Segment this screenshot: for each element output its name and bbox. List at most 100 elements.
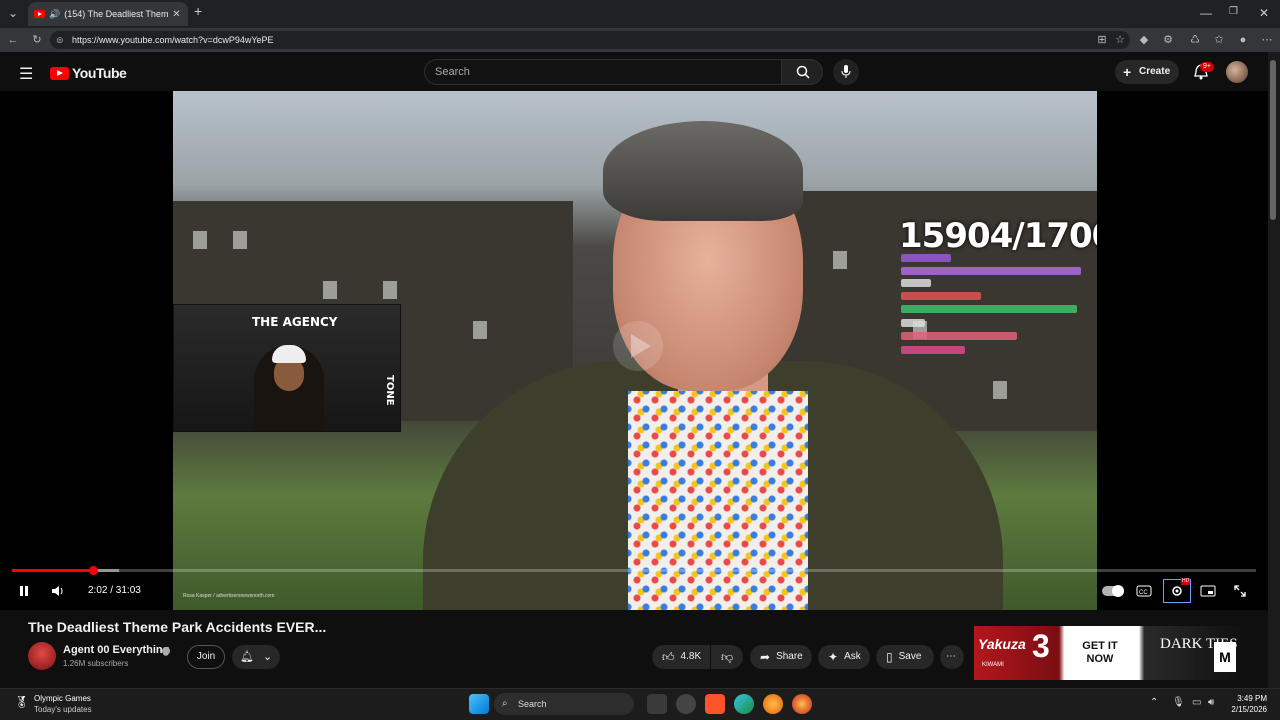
ad-game-subtitle: KIWAMI <box>982 662 1004 668</box>
search-button[interactable] <box>781 59 823 85</box>
app-icon[interactable] <box>676 694 696 714</box>
like-button[interactable]: 👍︎ 4.8K <box>652 645 710 669</box>
firefox-icon[interactable] <box>763 694 783 714</box>
thumbs-down-icon: 👎︎ <box>721 650 734 664</box>
close-window-icon[interactable]: ✕ <box>1259 6 1269 20</box>
youtube-logo[interactable]: YouTube <box>50 65 127 81</box>
ask-button[interactable]: ✦ Ask <box>818 645 870 669</box>
volume-icon <box>52 586 63 596</box>
chat-line <box>901 305 1077 313</box>
photo-credit: Rosa Kasper / advertisersnewsnorth.com <box>183 593 275 599</box>
more-icon: ⋯ <box>946 651 956 662</box>
settings-button[interactable]: HD <box>1163 578 1191 603</box>
address-bar-row: ← ↻ ⊜ https://www.youtube.com/watch?v=dc… <box>0 28 1280 52</box>
autoplay-toggle[interactable] <box>1102 581 1124 601</box>
favorite-star-icon[interactable]: ☆ <box>1112 32 1128 48</box>
extensions-icon[interactable]: ⚙ <box>1160 32 1176 48</box>
thumbs-up-icon: 👍︎ <box>662 650 675 664</box>
scrubber-handle[interactable] <box>89 566 98 575</box>
like-count: 4.8K <box>680 651 702 662</box>
pause-button[interactable] <box>14 581 34 601</box>
ad-cta[interactable]: GET IT NOW <box>1068 640 1132 666</box>
channel-name[interactable]: Agent 00 Everything <box>63 644 169 656</box>
brave-browser-icon[interactable] <box>705 694 725 714</box>
clock-time[interactable]: 3:49 PM <box>1237 694 1267 703</box>
ad-game-number: 3 <box>1032 628 1050 664</box>
chat-line <box>901 332 1017 340</box>
miniplayer-icon <box>1200 585 1216 597</box>
fullscreen-button[interactable] <box>1230 581 1250 601</box>
chevron-down-icon: ⌄ <box>263 651 273 663</box>
volume-tray-icon[interactable]: 🔊︎ <box>1208 697 1214 708</box>
create-label: Create <box>1139 66 1171 77</box>
companion-ad-banner[interactable]: Yakuza KIWAMI 3 GET IT NOW DARK TIES M <box>974 626 1240 680</box>
subscriber-count: 1.26M subscribers <box>63 659 129 668</box>
captions-button[interactable]: CC <box>1134 581 1154 601</box>
share-label: Share <box>776 651 803 662</box>
taskbar-search[interactable]: ⌕ Search <box>494 693 634 715</box>
widget-title[interactable]: Olympic Games <box>34 694 91 703</box>
dislike-button[interactable]: 👎︎ <box>711 645 743 669</box>
browser-menu-icon[interactable]: ⋯ <box>1259 32 1275 48</box>
extension-diamond-icon[interactable]: ◆ <box>1136 32 1152 48</box>
streamer-cap <box>272 345 306 363</box>
new-tab-icon[interactable]: + <box>194 3 202 19</box>
channel-avatar[interactable] <box>28 642 56 670</box>
mute-button[interactable] <box>48 581 68 601</box>
account-avatar[interactable] <box>1226 61 1248 83</box>
profile-icon[interactable]: ● <box>1235 32 1251 48</box>
favorites-icon[interactable]: ✩ <box>1211 32 1227 48</box>
network-icon[interactable]: ▭ <box>1192 697 1201 708</box>
weather-widget-icon[interactable]: 🏅︎ <box>14 695 29 709</box>
share-arrow-icon: ➦ <box>760 650 771 664</box>
speaker-icon[interactable]: 🔊 <box>49 9 60 20</box>
fullscreen-icon <box>1234 585 1246 597</box>
restore-icon[interactable]: ❐ <box>1229 6 1238 17</box>
ask-label: Ask <box>844 651 861 662</box>
save-button[interactable]: ▯ Save <box>876 645 934 669</box>
share-button[interactable]: ➦ Share <box>750 645 812 669</box>
chat-line <box>901 267 1081 275</box>
start-button-icon[interactable] <box>469 694 489 714</box>
site-info-icon[interactable]: ⊜ <box>56 31 64 49</box>
ad-rating-badge: M <box>1214 642 1236 672</box>
hd-badge: HD <box>1181 578 1191 585</box>
settings-gear-icon <box>1172 586 1182 596</box>
join-button[interactable]: Join <box>187 645 225 669</box>
progress-bar[interactable] <box>12 569 1256 572</box>
browser-tab-bar: ⌄ 🔊 (154) The Deadliest Theme Pa ✕ + — ❐… <box>0 0 1280 28</box>
scrollbar-thumb[interactable] <box>1270 60 1276 220</box>
clock-date[interactable]: 2/15/2026 <box>1225 705 1267 714</box>
youtube-logo-text: YouTube <box>72 65 127 81</box>
progress-played <box>12 569 93 572</box>
chat-line <box>901 292 981 300</box>
search-input[interactable]: Search <box>424 59 782 85</box>
streamer-facecam: THE AGENCY TONE <box>173 304 401 432</box>
create-button[interactable]: + Create <box>1115 60 1179 84</box>
edge-browser-icon[interactable] <box>734 694 754 714</box>
voice-search-button[interactable] <box>833 59 859 85</box>
minimize-icon[interactable]: — <box>1200 6 1212 20</box>
more-actions-button[interactable]: ⋯ <box>940 645 964 669</box>
tab-list-icon[interactable]: ⌄ <box>8 6 18 20</box>
center-play-icon[interactable] <box>613 321 663 371</box>
man-shirt <box>628 391 808 610</box>
browser-essentials-icon[interactable]: ♺ <box>1187 32 1203 48</box>
url-field[interactable]: ⊜ https://www.youtube.com/watch?v=dcwP94… <box>50 31 1130 49</box>
task-view-icon[interactable] <box>647 694 667 714</box>
firefox-nightly-icon[interactable] <box>792 694 812 714</box>
app-available-icon[interactable]: ⊞ <box>1094 32 1110 48</box>
browser-tab[interactable]: 🔊 (154) The Deadliest Theme Pa ✕ <box>28 2 188 26</box>
man-hair <box>603 121 803 221</box>
tray-chevron-icon[interactable]: ⌃ <box>1150 697 1158 708</box>
sparkle-icon: ✦ <box>828 650 839 664</box>
chat-line <box>901 346 965 354</box>
back-icon[interactable]: ← <box>5 32 21 48</box>
miniplayer-button[interactable] <box>1198 581 1218 601</box>
hamburger-menu-icon[interactable]: ☰ <box>19 64 33 84</box>
microphone-tray-icon[interactable]: 🎙︎ <box>1172 697 1185 708</box>
reload-icon[interactable]: ↻ <box>29 32 45 48</box>
close-tab-icon[interactable]: ✕ <box>172 9 180 20</box>
subscription-bell-button[interactable]: 🔔︎ ⌄ <box>232 645 280 669</box>
search-icon: ⌕ <box>502 698 508 709</box>
